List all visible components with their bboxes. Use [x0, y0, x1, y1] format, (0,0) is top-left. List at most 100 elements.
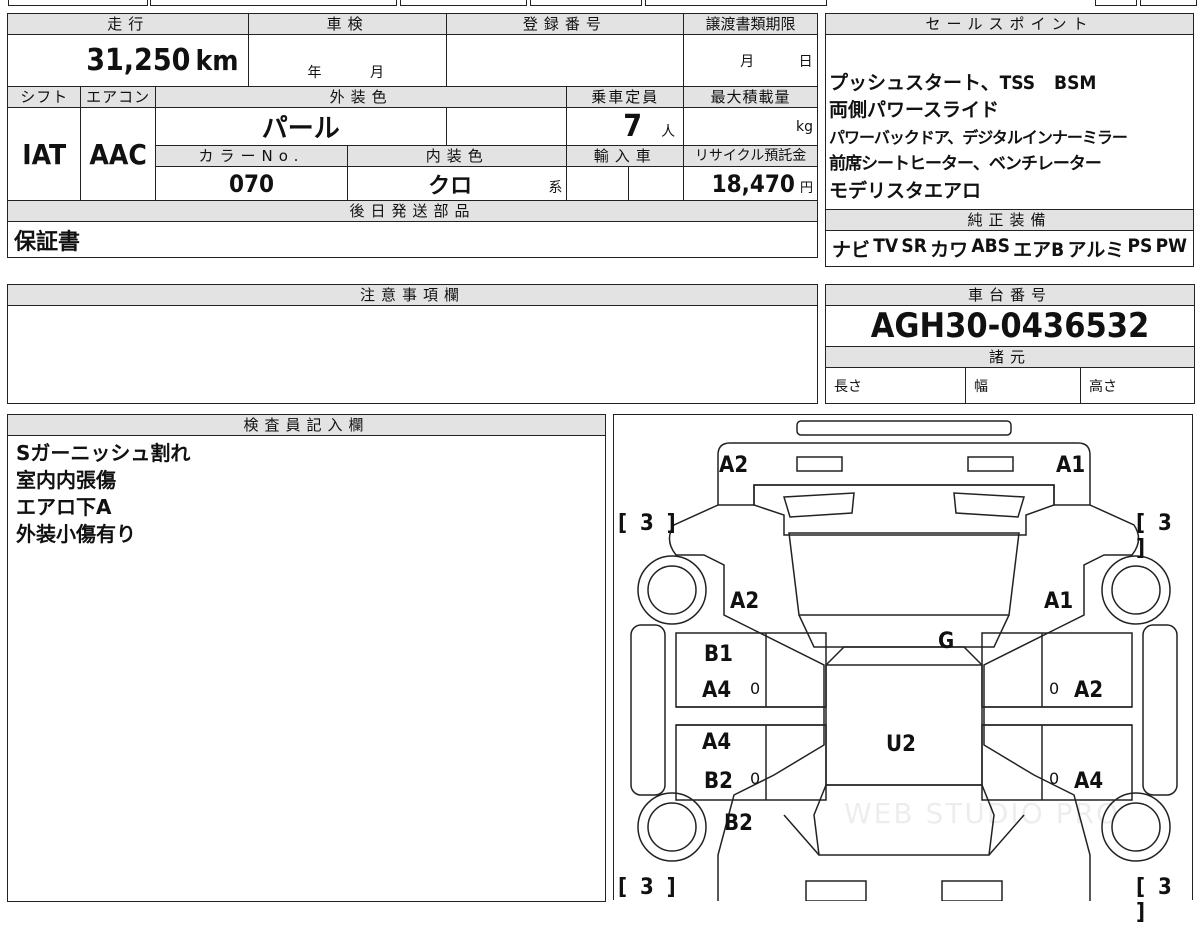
shift-value: IAT: [6, 107, 82, 201]
chassis-header: 車台番号: [824, 284, 1196, 306]
roof: [825, 664, 983, 786]
tire-rear-left: [ 3 ]: [618, 875, 676, 900]
tire-front-right: [ 3 ]: [1136, 511, 1172, 561]
deadline-day-unit: 日: [798, 53, 813, 70]
rear-light-right: [941, 880, 1003, 901]
car-diagram-panel: A2 A1 A2 A1 G B1 A4 0 0 A2 A4 B2 0 0 A4 …: [613, 414, 1193, 925]
spec-width: 幅: [965, 367, 1081, 404]
mileage-header: 走行: [6, 13, 250, 35]
notes-body: [7, 305, 818, 404]
vehicle-info-table: 走行 車検 登録番号 譲渡書類期限 31,250 km 年 月 月 日 シフト …: [6, 13, 818, 258]
registration-header: 登録番号: [445, 13, 685, 35]
recycle-value: 18,470: [711, 169, 795, 198]
later-parts-header: 後日発送部品: [7, 200, 818, 222]
right-step: [1142, 624, 1178, 796]
sales-points-body: プッシュスタート、TSS BSM 両側パワースライド パワーバックドア、デジタル…: [825, 34, 1194, 210]
left-mirror-shape: [783, 492, 855, 518]
mileage-value: 31,250: [86, 43, 191, 78]
inspection-year-unit: 年: [307, 65, 322, 81]
front-outline: [717, 442, 1091, 506]
color-no-value: 070: [154, 166, 349, 201]
spec-length: 長さ: [825, 367, 966, 404]
front-bumper: [796, 420, 1012, 436]
rear-light-left: [805, 880, 867, 901]
equipment-item: SR: [901, 235, 927, 257]
label-right-fender: A1: [1044, 589, 1074, 614]
max-load-header: 最大積載量: [683, 86, 818, 108]
sales-points-table: セールスポイント プッシュスタート、TSS BSM 両側パワースライド パワーバ…: [825, 13, 1194, 267]
top-strip: [0, 0, 1200, 6]
label-left-door2-a: A4: [702, 730, 732, 755]
equipment-item: エアB: [1013, 239, 1065, 261]
right-rear-door: [981, 724, 1133, 801]
spec-height: 高さ: [1079, 367, 1196, 404]
watermark: WEB STUDIO PRO: [844, 797, 1120, 830]
equipment-item: アルミ: [1067, 239, 1125, 261]
sales-point-line: パワーバックドア、デジタルインナーミラー: [829, 128, 1128, 147]
deadline-cell: 月 日: [683, 34, 818, 87]
equipment-item: ナビ: [832, 239, 871, 261]
aircon-header: エアコン: [80, 86, 156, 108]
equipment-header: 純正装備: [825, 209, 1194, 231]
exterior-color-value: パール: [154, 107, 447, 146]
exterior-color-header: 外装色: [154, 86, 568, 108]
inspection-month-unit: 月: [369, 65, 384, 81]
color-no-header: カラーNo.: [154, 145, 349, 167]
label-left-door1-a: B1: [704, 642, 733, 667]
transfer-deadline-header: 譲渡書類期限: [683, 13, 818, 35]
capacity-header: 乗車定員: [566, 86, 685, 108]
deadline-month-unit: 月: [740, 53, 755, 70]
interior-color-value: クロ: [428, 173, 473, 199]
inspector-body: Sガーニッシュ割れ 室内内張傷 エアロ下A 外装小傷有り: [7, 435, 606, 902]
spec-header: 諸元: [824, 346, 1196, 368]
notes-header: 注意事項欄: [7, 284, 818, 306]
hood-top: [753, 484, 1055, 536]
label-left-fender: A2: [730, 589, 760, 614]
interior-color-header: 内装色: [347, 145, 568, 167]
import-cell-b: [627, 166, 685, 201]
chassis-number: AGH30-0436532: [824, 305, 1196, 347]
exterior-color-extra: [445, 107, 568, 146]
shift-header: シフト: [6, 86, 82, 108]
left-step: [630, 624, 666, 796]
inspector-header: 検査員記入欄: [7, 414, 606, 436]
mileage-cell: 31,250 km: [6, 34, 250, 87]
recycle-unit: 円: [799, 180, 813, 196]
label-left-rear: B2: [724, 811, 753, 836]
left-rear-door: [675, 724, 827, 801]
label-right-door1: A2: [1074, 678, 1104, 703]
inspector-note: Sガーニッシュ割れ: [16, 441, 191, 465]
label-zero: 0: [1049, 679, 1060, 698]
aircon-value: AAC: [80, 107, 156, 201]
recycle-header: リサイクル預託金: [683, 145, 818, 167]
capacity-cell: 7 人: [566, 107, 685, 146]
label-front-right: A1: [1056, 453, 1086, 478]
windshield: [788, 532, 1020, 616]
sales-point-line: モデリスタエアロ: [829, 180, 982, 202]
inspector-note: 室内内張傷: [16, 468, 116, 492]
label-roof: U2: [886, 732, 916, 757]
label-zero: 0: [750, 679, 761, 698]
capacity-unit: 人: [661, 124, 676, 140]
interior-color-cell: クロ 系: [347, 166, 568, 201]
left-side: [668, 504, 825, 901]
interior-color-suffix: 系: [548, 180, 563, 196]
inspection-header: 車検: [248, 13, 447, 35]
right-mirror-shape: [953, 492, 1025, 518]
label-glass: G: [938, 629, 955, 654]
sales-point-line: 前席シートヒーター、ベンチレーター: [829, 154, 1102, 174]
chassis-table: 車台番号 AGH30-0436532 諸元 長さ 幅 高さ: [824, 284, 1196, 404]
registration-cell: [445, 34, 685, 87]
inspection-cell: 年 月: [248, 34, 447, 87]
sales-point-line: プッシュスタート、TSS BSM: [829, 72, 1097, 94]
dash: [798, 614, 1010, 648]
label-zero: 0: [1049, 769, 1060, 788]
inspector-note: エアロ下A: [16, 495, 112, 519]
left-headlight: [796, 456, 843, 472]
tire-rear-right: [ 3 ]: [1136, 875, 1172, 925]
notes-table: 注意事項欄: [7, 284, 818, 404]
right-side: [983, 504, 1140, 901]
mileage-unit: km: [195, 44, 239, 77]
max-load-unit: kg: [683, 107, 818, 146]
sales-point-line: 両側パワースライド: [829, 99, 1000, 121]
